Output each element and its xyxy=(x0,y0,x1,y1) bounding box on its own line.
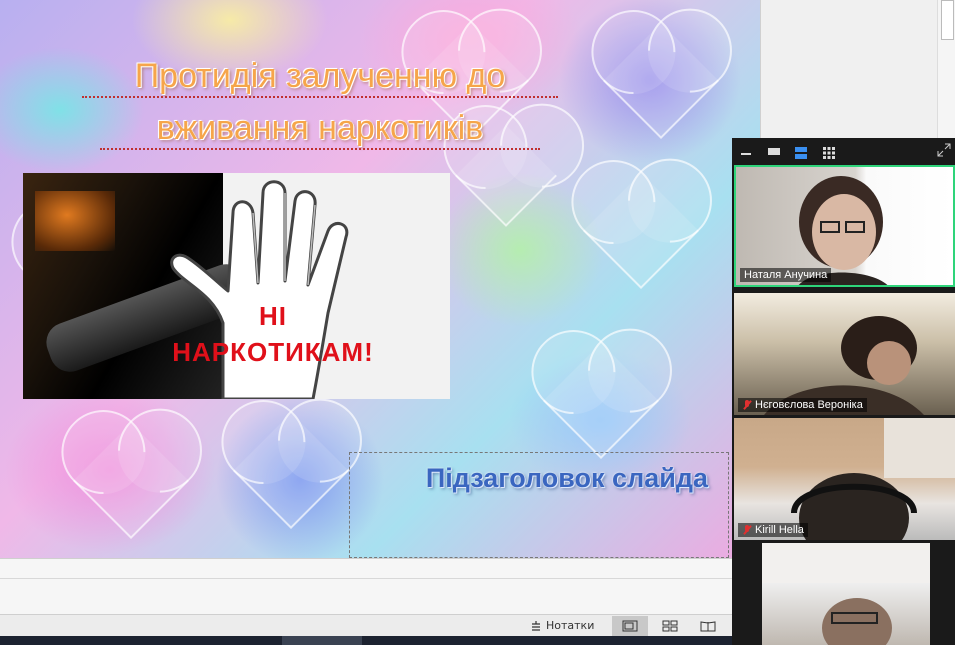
taskbar-active-app[interactable] xyxy=(282,636,362,645)
participant-name: Kirill Hella xyxy=(755,524,804,536)
participant-silhouette xyxy=(791,418,955,540)
fullscreen-icon[interactable] xyxy=(937,143,951,157)
heart-decoration xyxy=(233,413,349,529)
notes-pane[interactable] xyxy=(0,558,732,615)
muted-mic-icon xyxy=(742,524,752,536)
speaker-view-icon[interactable] xyxy=(794,146,808,160)
vertical-scrollbar[interactable] xyxy=(937,0,955,140)
heart-decoration xyxy=(73,423,189,539)
participant-video-tile[interactable]: Kirill Hella xyxy=(734,418,955,540)
slide-subtitle: Підзаголовок слайда xyxy=(425,463,708,493)
normal-view-icon xyxy=(622,620,638,632)
muted-mic-icon xyxy=(742,399,752,411)
notes-button[interactable]: Нотатки xyxy=(530,617,594,635)
thumbnail-icon[interactable] xyxy=(767,146,781,156)
slide-canvas[interactable]: Протидія залученню до вживання наркотикі… xyxy=(0,0,760,558)
poster-line-2: НАРКОТИКАМ! xyxy=(172,337,374,367)
minimize-icon[interactable] xyxy=(740,146,752,156)
participant-name-label: Нєговєлова Вероніка xyxy=(738,398,867,412)
status-bar: Нотатки xyxy=(0,614,732,637)
reading-view-icon xyxy=(700,621,716,632)
participant-name: Нєговєлова Вероніка xyxy=(755,399,863,411)
participant-name-label: Наталя Анучина xyxy=(740,268,832,282)
zoom-video-panel[interactable]: Наталя Анучина Нєговєлова Вероніка Kiril… xyxy=(732,138,955,645)
subtitle-placeholder[interactable]: Підзаголовок слайда xyxy=(349,452,729,558)
slide-title[interactable]: Протидія залученню до вживання наркотикі… xyxy=(60,50,580,154)
participant-silhouette xyxy=(762,543,930,645)
participant-name-label: Kirill Hella xyxy=(738,523,808,537)
poster-text: НІ НАРКОТИКАМ! xyxy=(123,298,423,370)
participant-name: Наталя Анучина xyxy=(744,269,828,281)
notes-divider xyxy=(0,578,732,579)
zoom-toolbar xyxy=(732,138,955,164)
participant-silhouette xyxy=(764,316,924,415)
spellcheck-underline xyxy=(100,146,540,150)
participant-video-tile[interactable]: Наталя Анучина xyxy=(734,165,955,287)
slide-sorter-button[interactable] xyxy=(652,616,688,636)
normal-view-button[interactable] xyxy=(612,616,648,636)
poster-lamp-glow xyxy=(35,191,115,251)
notes-label: Нотатки xyxy=(546,619,595,632)
windows-taskbar xyxy=(0,636,732,645)
heart-decoration xyxy=(543,343,659,459)
scrollbar-thumb[interactable] xyxy=(941,0,954,40)
heart-decoration xyxy=(583,173,699,289)
participant-video-tile[interactable]: Нєговєлова Вероніка xyxy=(734,293,955,415)
participant-video-tile[interactable] xyxy=(762,543,930,645)
notes-icon xyxy=(532,621,540,631)
slide-sorter-icon xyxy=(662,620,678,632)
no-drugs-poster-image[interactable]: НІ НАРКОТИКАМ! xyxy=(23,173,450,399)
gallery-view-icon[interactable] xyxy=(822,146,836,160)
reading-view-button[interactable] xyxy=(690,616,726,636)
spellcheck-underline xyxy=(82,94,558,98)
poster-line-1: НІ xyxy=(259,301,287,331)
heart-decoration xyxy=(603,23,719,139)
